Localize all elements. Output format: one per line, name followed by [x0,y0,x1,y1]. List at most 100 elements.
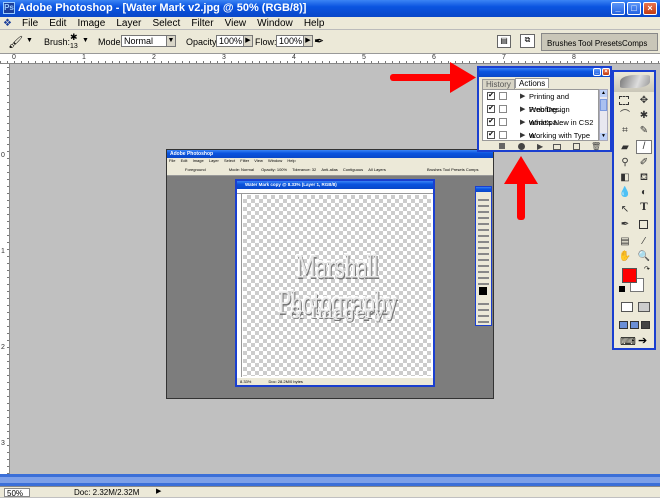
photoshop-menu-icon[interactable]: ❖ [0,17,15,30]
actions-close-button[interactable]: × [602,68,610,76]
flow-input[interactable]: 100% [276,35,304,47]
opacity-dropdown-icon[interactable]: ▶ [243,35,253,47]
menu-layer[interactable]: Layer [112,17,145,30]
palette-well-icon[interactable]: ⧉ [520,34,535,48]
screen-mode-full-icon[interactable] [641,321,650,329]
paint-bucket-tool-icon[interactable]: ⛾ [637,172,651,184]
tab-comps[interactable]: Comps [622,39,647,48]
clone-stamp-tool-icon[interactable]: ⚲ [618,157,632,169]
file-browser-icon[interactable]: ▤ [497,35,511,48]
right-arrow-icon [390,62,476,93]
maximize-button[interactable]: □ [627,2,641,15]
scroll-down-icon[interactable]: ▼ [600,133,607,140]
move-tool-icon[interactable]: ✥ [637,95,651,107]
screen-mode-full-menu-icon[interactable] [630,321,639,329]
inner-tolerance: Tolerance: 32 [292,167,317,172]
slice-tool-icon[interactable]: ✎ [637,125,651,137]
document-size: Doc: 2.32M/2.32M [74,488,140,497]
menu-help[interactable]: Help [300,17,329,30]
photoshop-logo-icon: Ps [3,2,15,14]
inner-window-title: Adobe Photoshop [170,151,214,157]
menu-image[interactable]: Image [74,17,110,30]
tab-brushes[interactable]: Brushes [547,39,576,48]
adobe-feather-icon[interactable] [620,75,650,88]
zoom-tool-icon[interactable]: 🔍 [637,251,651,263]
default-colors-icon[interactable] [619,286,625,292]
ruler-label: 2 [1,344,5,351]
notes-tool-icon[interactable]: ▤ [618,236,632,248]
ruler-label: 4 [292,54,296,61]
path-selection-tool-icon[interactable]: ↖ [618,204,632,216]
close-button[interactable]: × [643,2,657,15]
eraser-tool-icon[interactable]: ◧ [618,172,632,184]
actions-minimize-button[interactable]: _ [593,68,601,76]
magic-wand-tool-icon[interactable]: ✱ [637,110,651,122]
ruler-label: 0 [1,152,5,159]
ruler-label: 1 [1,248,5,255]
inner-ruler-left [237,194,242,377]
up-arrow-icon [504,156,538,220]
status-menu-icon[interactable]: ▶ [156,487,161,495]
minimize-button[interactable]: _ [611,2,625,15]
ruler-label: 3 [1,440,5,447]
horizontal-ruler: 0 1 2 3 4 5 6 7 8 [0,54,660,64]
type-tool-icon[interactable]: T [637,202,651,214]
actions-scrollbar[interactable]: ▲ ▼ [599,89,608,141]
menu-edit[interactable]: Edit [45,17,70,30]
dodge-tool-icon[interactable]: ◐ [637,187,651,199]
ruler-label: 3 [222,54,226,61]
menu-filter[interactable]: Filter [187,17,217,30]
menu-select[interactable]: Select [148,17,184,30]
ruler-label: 8 [572,54,576,61]
eyedropper-tool-icon[interactable]: ⁄ [637,236,651,248]
inner-mode-icons [478,299,489,323]
airbrush-icon[interactable]: ✒ [314,34,324,48]
menu-view[interactable]: View [221,17,251,30]
lasso-tool-icon[interactable]: ⌒ [618,110,632,122]
marquee-tool-icon[interactable] [619,96,629,105]
hand-tool-icon[interactable]: ✋ [618,251,632,263]
screen-mode-standard-icon[interactable] [619,321,628,329]
menu-window[interactable]: Window [253,17,297,30]
quick-mask-mode-icon[interactable] [638,302,650,312]
blur-tool-icon[interactable]: 💧 [618,187,632,199]
new-action-icon[interactable] [573,143,580,150]
mode-dropdown-icon[interactable]: ▼ [166,35,176,47]
history-brush-tool-icon[interactable]: ✐ [637,157,651,169]
watermark-subtext: & Imagery [289,303,385,322]
ruler-label: 0 [12,54,16,61]
imageready-arrow-icon[interactable]: ➔ [638,334,647,347]
trash-icon[interactable]: 🗑 [591,142,601,151]
crop-tool-icon[interactable]: ⌗ [618,125,632,137]
inner-contiguous: Contiguous [342,167,364,172]
inner-document-status: 8.33% Doc: 28.2M/0 bytes [237,378,433,385]
scroll-thumb[interactable] [600,99,607,111]
foreground-color-swatch[interactable] [622,268,637,283]
scroll-up-icon[interactable]: ▲ [600,90,607,97]
pen-tool-icon[interactable]: ✒ [618,219,632,231]
inner-antialias: Anti-alias [321,167,338,172]
brush-preview-icon[interactable]: ✱ [70,32,78,43]
opacity-label: Opacity: [186,37,220,47]
zoom-level[interactable]: 50% [4,488,30,498]
healing-brush-tool-icon[interactable]: ▰ [618,142,632,154]
swap-colors-icon[interactable]: ↷ [644,265,650,273]
brush-label: Brush: [44,37,71,47]
inner-menu-filter: Filter [240,158,250,163]
opacity-input[interactable]: 100% [216,35,244,47]
tab-tool-presets[interactable]: Tool Presets [578,39,622,48]
menu-file[interactable]: File [18,17,42,30]
tool-preset-dropdown-icon[interactable]: ▼ [26,37,33,44]
flow-dropdown-icon[interactable]: ▶ [303,35,313,47]
brush-tool-icon[interactable]: / [636,140,652,154]
ruler-label: 1 [82,54,86,61]
inner-document-title: Water Mark copy @ 8.33% (Layer 1, RGB/8) [245,182,337,187]
brush-tool-icon[interactable]: 🖌 [8,35,23,49]
jump-to-imageready-icon[interactable]: ⌨ [620,335,636,348]
bottom-scrollbar-track[interactable] [0,477,660,483]
brush-dropdown-icon[interactable]: ▼ [82,37,89,44]
shape-tool-icon[interactable] [639,220,648,229]
standard-mode-icon[interactable] [621,302,633,312]
mode-select[interactable]: Normal [121,35,167,47]
inner-fill-source: Foreground [185,167,206,172]
